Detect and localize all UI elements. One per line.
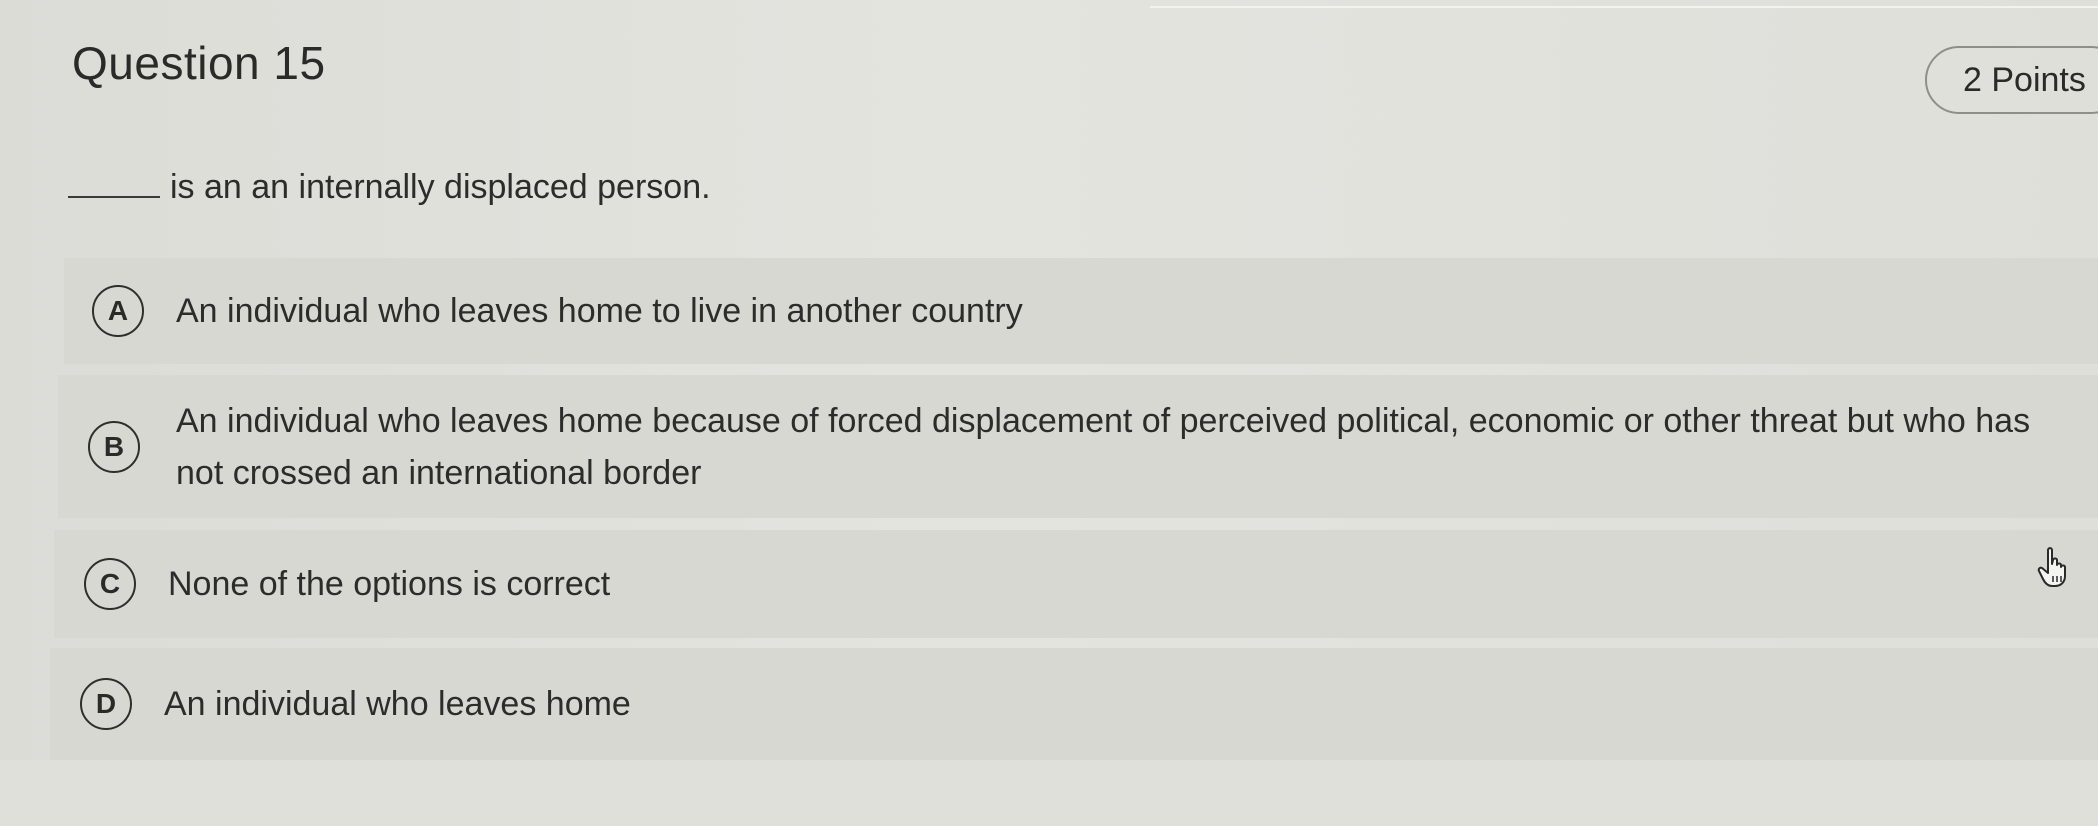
option-d-letter[interactable]: D <box>80 678 132 730</box>
option-a[interactable]: A An individual who leaves home to live … <box>64 258 2098 364</box>
top-divider <box>1150 6 2098 8</box>
option-c-letter[interactable]: C <box>84 558 136 610</box>
prompt-text: is an an internally displaced person. <box>170 168 711 206</box>
option-b-text: An individual who leaves home because of… <box>176 401 2031 492</box>
hand-pointer-icon <box>2037 547 2066 587</box>
option-c-text: None of the options is correct <box>168 565 611 603</box>
option-a-text: An individual who leaves home to live in… <box>176 292 1023 330</box>
page-footer-area <box>0 760 2098 826</box>
option-d-text: An individual who leaves home <box>164 685 631 723</box>
option-a-letter[interactable]: A <box>92 285 144 337</box>
option-b-letter[interactable]: B <box>88 420 140 473</box>
option-d[interactable]: D An individual who leaves home <box>50 648 2098 760</box>
question-prompt: is an an internally displaced person. <box>68 168 711 207</box>
points-badge: 2 Points <box>1925 46 2098 114</box>
answer-blank <box>68 170 160 198</box>
option-b[interactable]: B An individual who leaves home because … <box>58 375 2098 518</box>
question-title: Question 15 <box>72 37 326 89</box>
option-c[interactable]: C None of the options is correct <box>54 530 2098 638</box>
points-label: 2 Points <box>1963 60 2086 99</box>
